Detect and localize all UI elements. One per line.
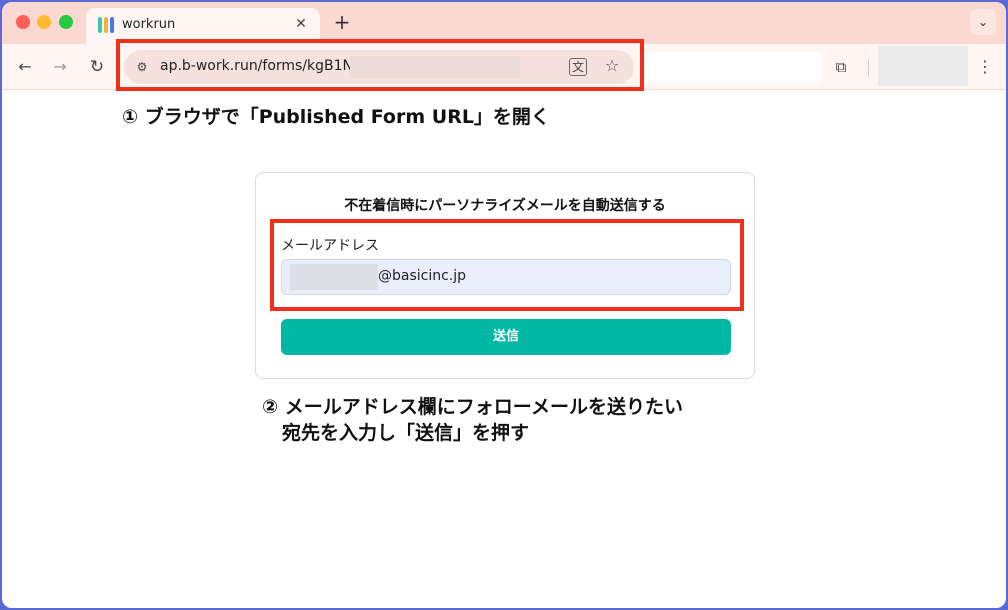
highlight-box-url (116, 39, 644, 91)
extensions-puzzle-icon[interactable]: ⧉ (830, 56, 852, 78)
close-tab-icon[interactable]: ✕ (292, 15, 310, 33)
workrun-favicon-icon (98, 17, 114, 33)
form-title: 不在着信時にパーソナライズメールを自動送信する (344, 198, 666, 214)
tab-title: workrun (122, 17, 176, 32)
forward-arrow-icon[interactable]: → (49, 56, 71, 78)
toolbar-blank-area (642, 52, 822, 82)
more-menu-icon[interactable]: ⋮ (976, 56, 994, 78)
new-tab-icon[interactable]: + (332, 12, 352, 32)
browser-window: workrun ✕ + ⌄ ← → ↻ ⚙ ap.b-work.run/form… (2, 2, 1006, 608)
close-window-button[interactable] (16, 15, 30, 29)
submit-button[interactable]: 送信 (281, 319, 731, 355)
maximize-window-button[interactable] (59, 15, 73, 29)
minimize-window-button[interactable] (37, 15, 51, 29)
instruction-step-2: ② メールアドレス欄にフォローメールを送りたい 宛先を入力し「送信」を押す (262, 394, 722, 446)
reload-icon[interactable]: ↻ (86, 56, 108, 78)
instruction-step-2-line-1: ② メールアドレス欄にフォローメールを送りたい (262, 396, 683, 418)
profile-redaction (878, 46, 968, 86)
back-arrow-icon[interactable]: ← (14, 56, 36, 78)
instruction-step-2-line-2: 宛先を入力し「送信」を押す (282, 422, 530, 444)
highlight-box-email (270, 219, 744, 311)
tab-bar: workrun ✕ + ⌄ (2, 2, 1006, 44)
page-content: ① ブラウザで「Published Form URL」を開く 不在着信時にパーソ… (2, 90, 1006, 608)
toolbar-divider (868, 60, 869, 76)
instruction-step-1: ① ブラウザで「Published Form URL」を開く (122, 106, 550, 128)
tab-search-chevron-icon[interactable]: ⌄ (970, 9, 996, 35)
